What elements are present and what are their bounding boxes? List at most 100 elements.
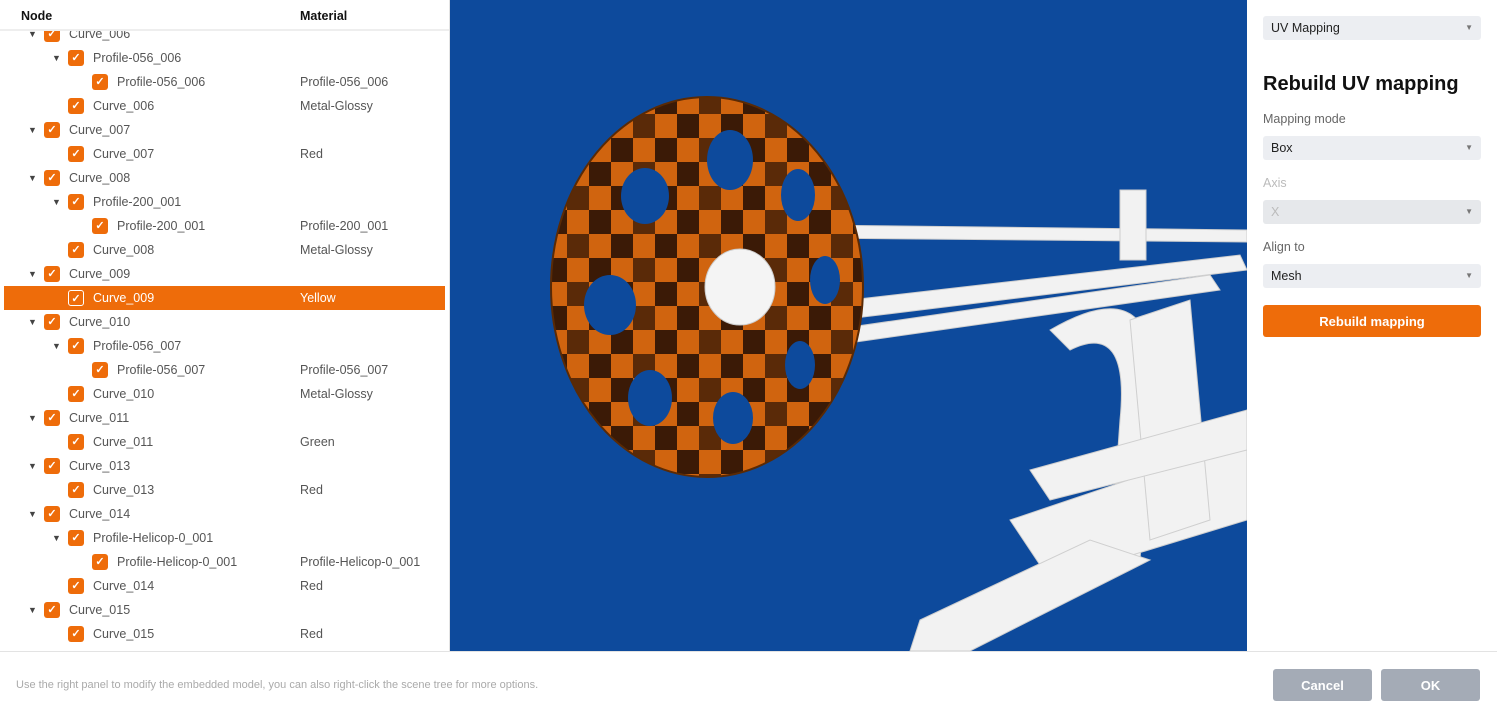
visibility-checkbox[interactable]: ✓ [44,506,60,522]
caret-down-icon[interactable]: ▼ [52,46,61,70]
column-header-node[interactable]: Node [21,9,52,23]
checker-cell [589,426,611,450]
visibility-checkbox[interactable]: ✓ [68,98,84,114]
checker-cell [853,162,863,186]
column-header-material[interactable]: Material [300,9,347,23]
3d-viewport[interactable] [450,0,1247,651]
tree-row[interactable]: ▼ ✓ Profile-Helicop-0_001 [0,526,449,550]
visibility-checkbox[interactable]: ✓ [92,554,108,570]
checkmark-icon: ✓ [47,412,57,424]
checker-cell [589,234,611,258]
checker-cell [743,114,765,138]
tree-row[interactable]: ▼ ✓ Curve_008 [0,166,449,190]
tree-row[interactable]: ✓ Profile-056_007 Profile-056_007 [0,358,449,382]
ok-button[interactable]: OK [1381,669,1480,701]
tree-row[interactable]: ✓ Profile-056_006 Profile-056_006 [0,70,449,94]
checker-cell [655,330,677,354]
checker-cell [567,162,589,186]
tree-row[interactable]: ▼ ✓ Profile-200_001 [0,190,449,214]
visibility-checkbox[interactable]: ✓ [44,458,60,474]
checker-cell [699,234,721,258]
checker-cell [831,114,853,138]
visibility-checkbox[interactable]: ✓ [44,266,60,282]
visibility-checkbox[interactable]: ✓ [68,50,84,66]
node-name: Curve_009 [69,267,131,281]
visibility-checkbox[interactable]: ✓ [44,314,60,330]
visibility-checkbox[interactable]: ✓ [68,290,84,306]
mapping-mode-select[interactable]: Box ▼ [1263,136,1481,160]
visibility-checkbox[interactable]: ✓ [92,218,108,234]
visibility-checkbox[interactable]: ✓ [68,578,84,594]
tree-row[interactable]: ✓ Curve_015 Red [0,622,449,646]
checker-cell [611,450,633,474]
caret-down-icon[interactable]: ▼ [52,334,61,358]
caret-down-icon[interactable]: ▼ [28,502,37,526]
checkmark-icon: ✓ [47,172,57,184]
tree-row[interactable]: ✓ Curve_014 Red [0,574,449,598]
checker-cell [677,186,699,210]
node-name: Curve_011 [93,435,154,449]
rebuild-mapping-button[interactable]: Rebuild mapping [1263,305,1481,337]
node-material: Metal-Glossy [300,99,373,113]
caret-down-icon[interactable]: ▼ [28,166,37,190]
node-material: Metal-Glossy [300,243,373,257]
tree-row[interactable]: ✓ Profile-200_001 Profile-200_001 [0,214,449,238]
visibility-checkbox[interactable]: ✓ [68,434,84,450]
tree-row[interactable]: ▼ ✓ Curve_007 [0,118,449,142]
visibility-checkbox[interactable]: ✓ [68,242,84,258]
caret-down-icon[interactable]: ▼ [28,406,37,430]
tree-row[interactable]: ▼ ✓ Curve_009 [0,262,449,286]
caret-down-icon[interactable]: ▼ [28,454,37,478]
tree-row[interactable]: ▼ ✓ Profile-056_006 [0,46,449,70]
visibility-checkbox[interactable]: ✓ [68,194,84,210]
caret-down-icon[interactable]: ▼ [28,262,37,286]
tree-row[interactable]: ▼ ✓ Curve_014 [0,502,449,526]
caret-down-icon[interactable]: ▼ [28,118,37,142]
checker-cell [655,282,677,306]
visibility-checkbox[interactable]: ✓ [68,386,84,402]
node-name: Curve_013 [93,483,155,497]
caret-down-icon[interactable]: ▼ [28,598,37,622]
tree-row[interactable]: ▼ ✓ Curve_013 [0,454,449,478]
tree-row[interactable]: ✓ Curve_008 Metal-Glossy [0,238,449,262]
tree-row[interactable]: ✓ Curve_011 Green [0,430,449,454]
visibility-checkbox[interactable]: ✓ [92,362,108,378]
checkmark-icon: ✓ [95,556,105,568]
align-to-select[interactable]: Mesh ▼ [1263,264,1481,288]
tree-row[interactable]: ✓ Curve_009 Yellow [4,286,445,310]
tree-header: Node Material [0,0,449,31]
cancel-button[interactable]: Cancel [1273,669,1372,701]
scene-tree[interactable]: Node Material ▼ ✓ Curve_006 ▼ ✓ Profile-056_0… [0,0,450,651]
visibility-checkbox[interactable]: ✓ [68,530,84,546]
visibility-checkbox[interactable]: ✓ [44,410,60,426]
tree-row[interactable]: ✓ Curve_013 Red [0,478,449,502]
checker-cell [765,378,787,402]
visibility-checkbox[interactable]: ✓ [68,338,84,354]
caret-down-icon[interactable]: ▼ [52,526,61,550]
tree-row[interactable]: ▼ ✓ Profile-056_007 [0,334,449,358]
footer: Use the right panel to modify the embedd… [0,651,1497,716]
checker-cell [831,210,853,234]
visibility-checkbox[interactable]: ✓ [68,146,84,162]
mode-select-value: UV Mapping [1271,21,1340,35]
visibility-checkbox[interactable]: ✓ [92,74,108,90]
checker-cell [699,186,721,210]
visibility-checkbox[interactable]: ✓ [44,170,60,186]
tree-row[interactable]: ✓ Curve_010 Metal-Glossy [0,382,449,406]
caret-down-icon[interactable]: ▼ [28,310,37,334]
visibility-checkbox[interactable]: ✓ [68,626,84,642]
tree-row[interactable]: ✓ Curve_006 Metal-Glossy [0,94,449,118]
checkmark-icon: ✓ [71,52,81,64]
tree-row[interactable]: ▼ ✓ Curve_015 [0,598,449,622]
visibility-checkbox[interactable]: ✓ [44,122,60,138]
tree-row[interactable]: ▼ ✓ Curve_010 [0,310,449,334]
visibility-checkbox[interactable]: ✓ [68,482,84,498]
mode-select[interactable]: UV Mapping ▼ [1263,16,1481,40]
checker-cell [551,97,567,114]
visibility-checkbox[interactable]: ✓ [44,602,60,618]
tree-row[interactable]: ✓ Curve_007 Red [0,142,449,166]
caret-down-icon[interactable]: ▼ [52,190,61,214]
tree-row[interactable]: ▼ ✓ Curve_011 [0,406,449,430]
checker-cell [567,426,589,450]
tree-row[interactable]: ✓ Profile-Helicop-0_001 Profile-Helicop-0_… [0,550,449,574]
